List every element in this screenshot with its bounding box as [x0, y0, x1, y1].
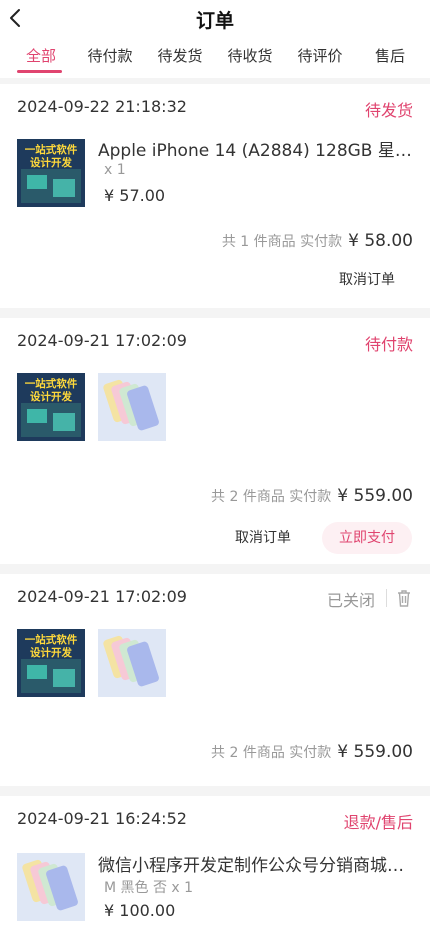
product-image-software[interactable]: 一站式软件 设计开发 — [17, 373, 85, 441]
thumb-text: 一站式软件 — [25, 143, 78, 156]
tab-all[interactable]: 全部 — [5, 45, 77, 66]
order-card[interactable]: 2024-09-21 17:02:09 已关闭 一站式软件 设计开发 共 2 件… — [0, 574, 430, 786]
item-count: 2 — [229, 745, 239, 761]
tab-pending-payment[interactable]: 待付款 — [74, 45, 146, 66]
order-tabs: 全部 待付款 待发货 待收货 待评价 售后 — [0, 36, 430, 78]
order-status: 待发货 — [364, 101, 413, 120]
thumb-text: 设计开发 — [30, 156, 72, 169]
paid-amount: ¥ 559.00 — [337, 742, 413, 762]
product-image-software[interactable]: 一站式软件 设计开发 — [17, 139, 85, 207]
order-card[interactable]: 2024-09-21 17:02:09 待付款 一站式软件 设计开发 共 2 件… — [0, 318, 430, 564]
active-tab-indicator — [17, 70, 62, 73]
total-prefix: 共 — [211, 489, 226, 505]
item-count: 1 — [240, 234, 250, 250]
thumb-text: 一站式软件 — [25, 633, 78, 646]
order-status: 已关闭 — [326, 591, 375, 610]
paid-amount: ¥ 58.00 — [348, 231, 413, 251]
order-card[interactable]: 2024-09-22 21:18:32 待发货 一站式软件 设计开发 Apple… — [0, 84, 430, 308]
total-suffix: 件商品 实付款 — [242, 745, 332, 761]
product-image-phone[interactable] — [17, 853, 85, 921]
pay-now-button[interactable]: 立即支付 — [322, 522, 412, 554]
product-price: ¥ 100.00 — [104, 901, 176, 920]
nav-bar: 订单 — [0, 0, 430, 36]
product-spec: x 1 — [104, 162, 126, 178]
order-status: 待付款 — [364, 335, 413, 354]
order-total: 共 2 件商品 实付款 ¥ 559.00 — [211, 742, 413, 762]
tab-pending-receipt[interactable]: 待收货 — [214, 45, 286, 66]
item-count: 2 — [229, 489, 239, 505]
product-spec: M 黑色 否 x 1 — [104, 880, 194, 896]
tab-after-sales[interactable]: 售后 — [354, 45, 426, 66]
cancel-order-button[interactable]: 取消订单 — [226, 522, 300, 554]
thumb-text: 一站式软件 — [25, 377, 78, 390]
thumb-text: 设计开发 — [30, 390, 72, 403]
order-total: 共 1 件商品 实付款 ¥ 58.00 — [222, 231, 413, 251]
paid-amount: ¥ 559.00 — [337, 486, 413, 506]
total-prefix: 共 — [211, 745, 226, 761]
product-image-phone[interactable] — [98, 373, 166, 441]
total-suffix: 件商品 实付款 — [253, 234, 343, 250]
order-time: 2024-09-21 16:24:52 — [17, 809, 187, 828]
product-image-software[interactable]: 一站式软件 设计开发 — [17, 629, 85, 697]
product-name[interactable]: Apple iPhone 14 (A2884) 128GB 星光色 — [98, 136, 416, 161]
cancel-order-button[interactable]: 取消订单 — [330, 264, 404, 296]
tab-pending-review[interactable]: 待评价 — [284, 45, 356, 66]
tab-pending-shipment[interactable]: 待发货 — [144, 45, 216, 66]
total-suffix: 件商品 实付款 — [242, 489, 332, 505]
product-price: ¥ 57.00 — [104, 186, 166, 205]
trash-icon[interactable] — [396, 589, 412, 607]
order-status: 退款/售后 — [343, 813, 413, 832]
order-time: 2024-09-21 17:02:09 — [17, 587, 187, 606]
order-total: 共 2 件商品 实付款 ¥ 559.00 — [211, 486, 413, 506]
page-title: 订单 — [195, 10, 234, 32]
product-name[interactable]: 微信小程序开发定制作公众号分销商城系统 — [98, 851, 416, 876]
total-prefix: 共 — [221, 234, 236, 250]
divider — [386, 589, 387, 607]
product-image-phone[interactable] — [98, 629, 166, 697]
order-time: 2024-09-22 21:18:32 — [17, 97, 187, 116]
thumb-text: 设计开发 — [30, 646, 72, 659]
order-time: 2024-09-21 17:02:09 — [17, 331, 187, 350]
order-card[interactable]: 2024-09-21 16:24:52 退款/售后 微信小程序开发定制作公众号分… — [0, 796, 430, 932]
